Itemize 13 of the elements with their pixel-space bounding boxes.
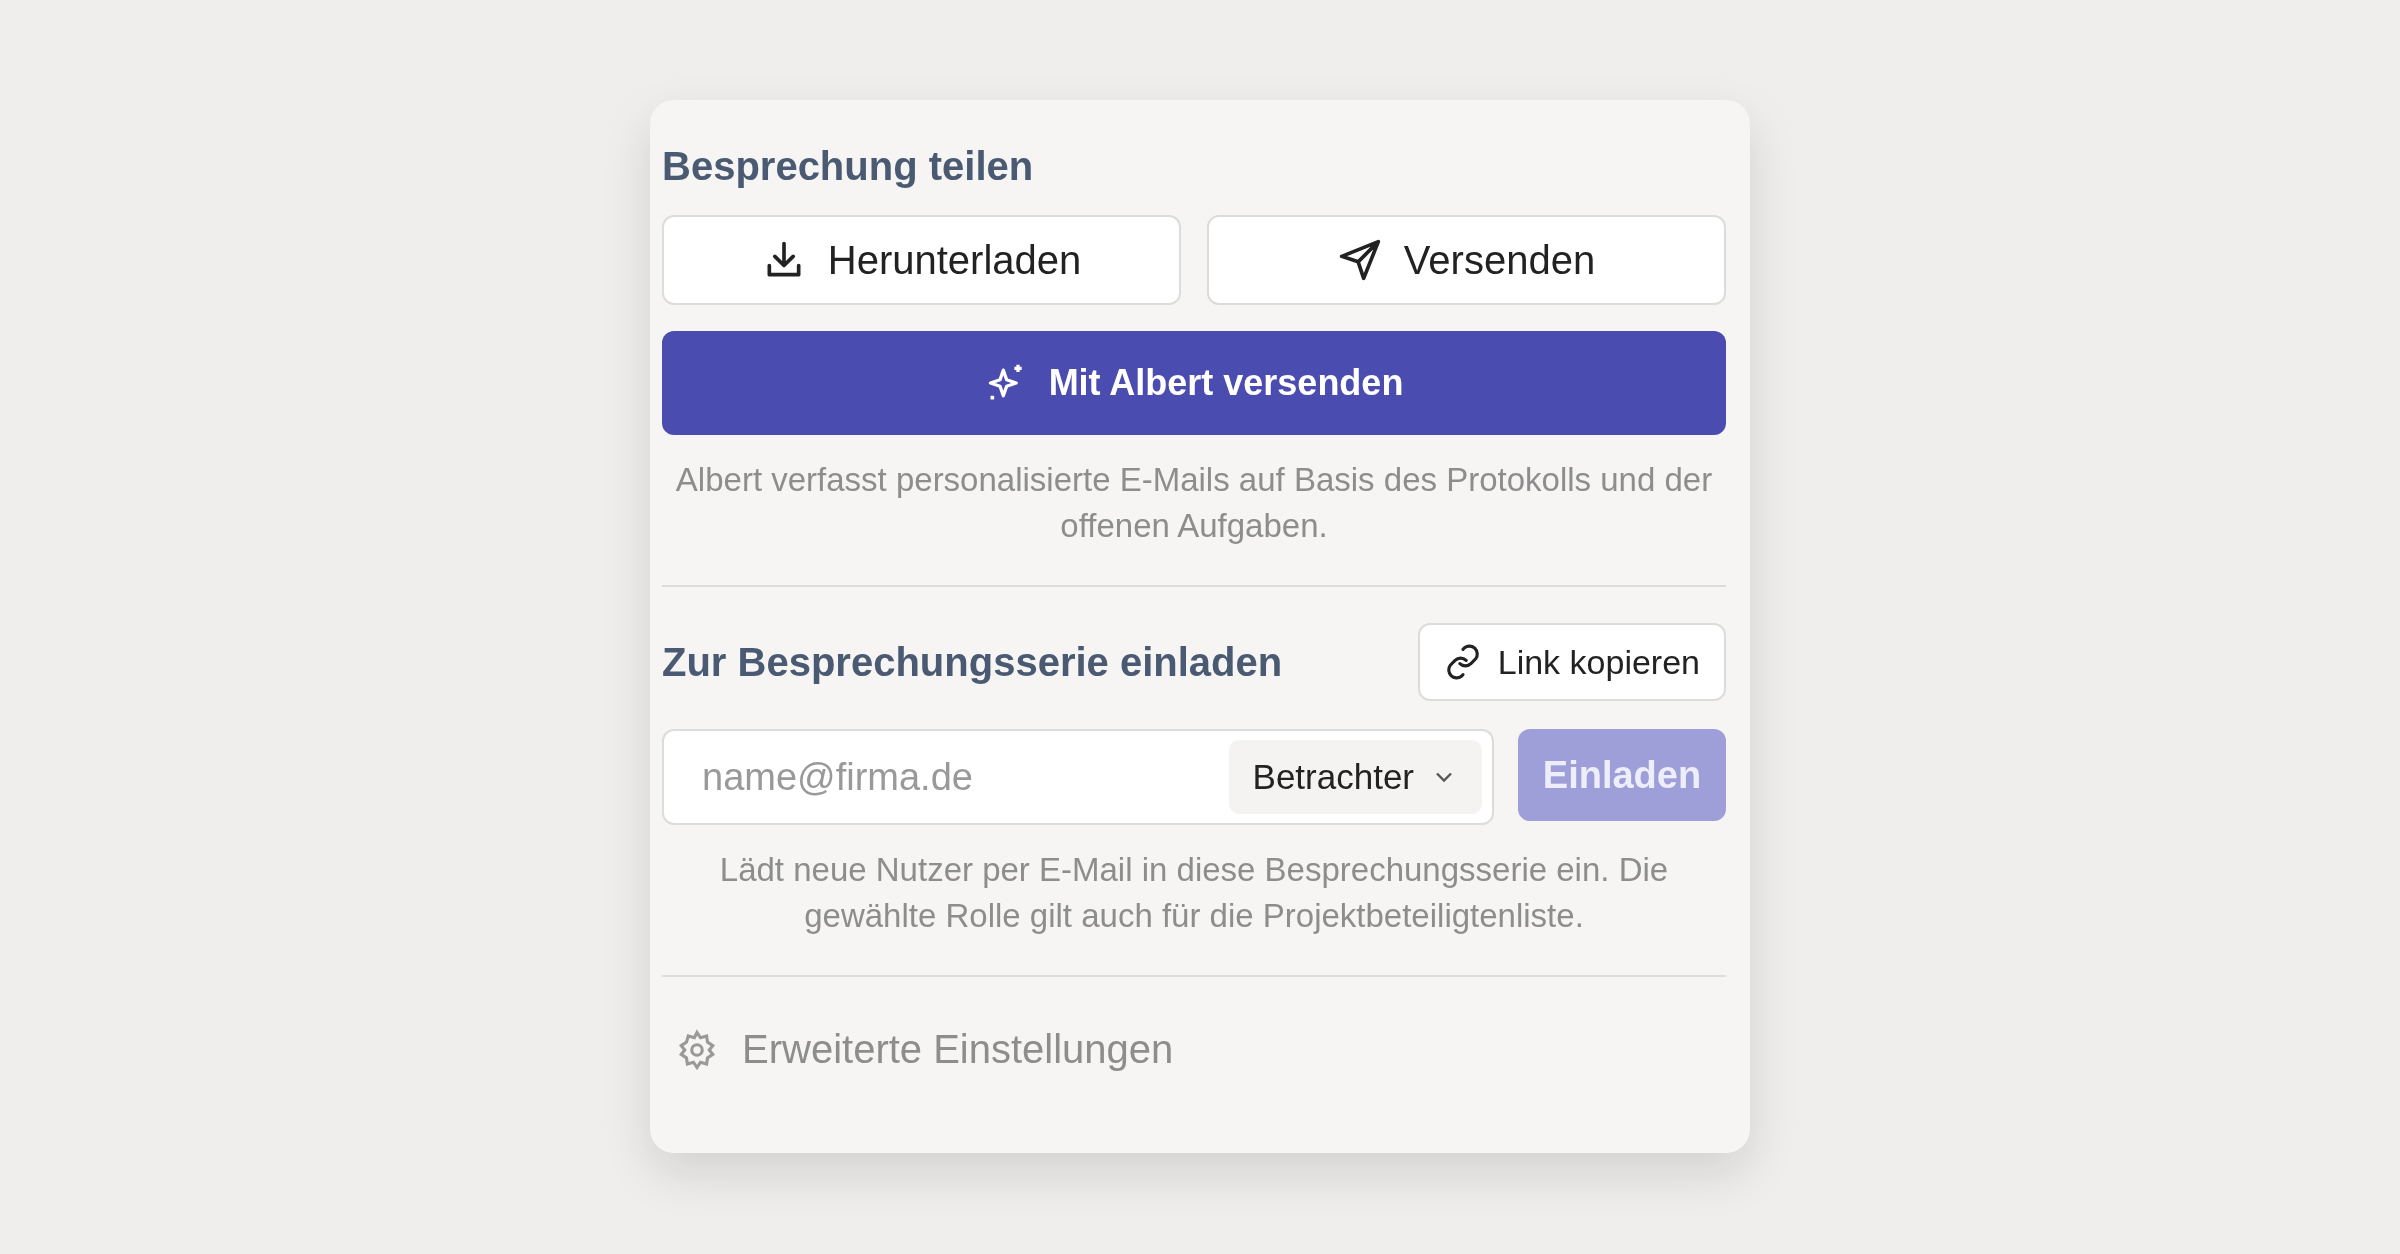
send-with-albert-button[interactable]: Mit Albert versenden <box>662 331 1726 435</box>
section-title: Zur Besprechungsserie einladen <box>662 639 1283 685</box>
copy-link-button[interactable]: Link kopieren <box>1417 623 1726 701</box>
settings-label: Erweiterte Einstellungen <box>742 1027 1174 1072</box>
role-dropdown[interactable]: Betrachter <box>1228 740 1482 814</box>
download-button[interactable]: Herunterladen <box>662 215 1181 305</box>
paper-plane-icon <box>1337 238 1382 282</box>
send-button[interactable]: Versenden <box>1207 215 1726 305</box>
help-text: Lädt neue Nutzer per E-Mail in diese Besprechungsserie ein. Die gewählte Rolle gilt auch für die Projektbeteiligtenliste. <box>718 850 1670 936</box>
help-text: Albert verfasst personalisierte E-Mails auf Basis des Protokolls und der offenen Aufgaben. <box>674 460 1714 546</box>
section-title: Besprechung teilen <box>662 144 1035 189</box>
email-field[interactable]: name@firma.de Betrachter <box>662 729 1494 825</box>
settings-icon <box>676 1028 718 1071</box>
